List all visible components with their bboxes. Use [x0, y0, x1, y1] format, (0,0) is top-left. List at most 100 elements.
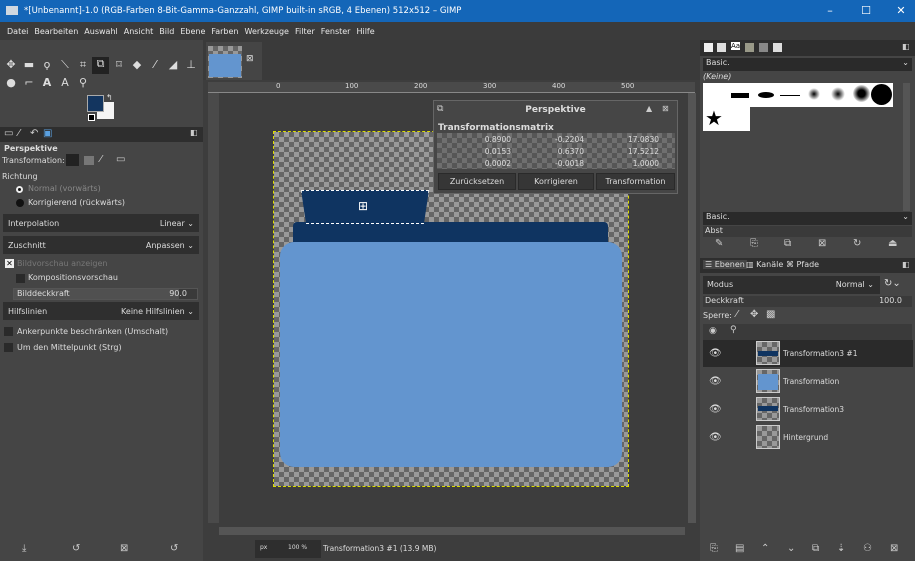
delete-brush-icon[interactable]: ⊠: [818, 238, 826, 249]
gegl-tool-icon[interactable]: A: [58, 76, 72, 90]
close-tab-icon[interactable]: ⊠: [246, 54, 254, 64]
layer-name[interactable]: Hintergrund: [783, 433, 828, 442]
undo-history-tab-icon[interactable]: ↶: [30, 128, 38, 139]
lock-position-icon[interactable]: ✥: [750, 309, 758, 320]
transform-button[interactable]: Transformation: [596, 173, 675, 190]
layer-row[interactable]: 👁 Transformation3: [703, 396, 913, 423]
menu-datei[interactable]: Datei: [4, 27, 31, 36]
minimize-button[interactable]: –: [813, 0, 847, 22]
menu-auswahl[interactable]: Auswahl: [81, 27, 120, 36]
patterns-tab-icon[interactable]: [717, 43, 726, 52]
lock-pixels-icon[interactable]: ⁄: [736, 309, 738, 320]
constrain-checkbox[interactable]: [4, 327, 13, 336]
layer-name[interactable]: Transformation: [783, 377, 839, 386]
default-colors-icon[interactable]: [88, 114, 95, 121]
smudge-tool-icon[interactable]: ●: [4, 76, 18, 90]
fuzzy-select-tool-icon[interactable]: ⟍: [58, 58, 72, 72]
composite-preview-checkbox[interactable]: [16, 274, 25, 283]
path-tool-icon[interactable]: ⌐: [22, 76, 36, 90]
eye-icon[interactable]: 👁: [709, 404, 722, 415]
eraser-tool-icon[interactable]: ◢: [166, 58, 180, 72]
brushes-tab-icon[interactable]: [704, 43, 713, 52]
rect-select-tool-icon[interactable]: ▬: [22, 58, 36, 72]
new-layer-icon[interactable]: ⎘: [710, 543, 718, 554]
menu-werkzeuge[interactable]: Werkzeuge: [242, 27, 292, 36]
merge-layer-icon[interactable]: ⇣: [837, 543, 845, 554]
transform-selection-icon[interactable]: [84, 156, 94, 165]
menu-farben[interactable]: Farben: [208, 27, 241, 36]
menu-hilfe[interactable]: Hilfe: [353, 27, 377, 36]
tool-options-tab-icon[interactable]: ▭: [4, 128, 13, 139]
tab-layers[interactable]: ☰ Ebenen: [703, 260, 747, 269]
clipping-select[interactable]: Zuschnitt Anpassen ⌄: [3, 236, 199, 254]
reset-options-icon[interactable]: ↺: [170, 543, 178, 554]
lower-layer-icon[interactable]: ⌄: [787, 543, 795, 554]
zoom-select[interactable]: 100 %: [288, 544, 307, 551]
image-opacity-slider[interactable]: Bilddeckkraft 90.0: [13, 288, 198, 300]
unified-transform-tool-icon[interactable]: ⧉: [92, 57, 109, 74]
paintbrush-tool-icon[interactable]: ⁄: [148, 58, 162, 72]
crop-tool-icon[interactable]: ⌗: [76, 58, 90, 72]
dock-menu-icon[interactable]: ◧: [902, 42, 910, 51]
brush-scrollbar[interactable]: [903, 83, 910, 211]
brush-tag-select[interactable]: Basic. ⌄: [703, 212, 912, 225]
layer-row[interactable]: 👁 Transformation: [703, 368, 913, 395]
duplicate-brush-icon[interactable]: ⧉: [784, 238, 791, 249]
radio-corrective[interactable]: [16, 199, 24, 207]
tab-paths[interactable]: ⌘ Pfade: [786, 260, 819, 269]
restore-options-icon[interactable]: ↺: [72, 543, 80, 554]
horizontal-scrollbar[interactable]: [219, 527, 685, 535]
swap-colors-icon[interactable]: ↰: [106, 93, 113, 102]
delete-layer-icon[interactable]: ⊠: [890, 543, 898, 554]
menu-fenster[interactable]: Fenster: [318, 27, 354, 36]
show-preview-checkbox[interactable]: ✕: [5, 259, 14, 268]
bucket-fill-tool-icon[interactable]: ◆: [130, 58, 144, 72]
eye-icon[interactable]: 👁: [709, 376, 722, 387]
star-brush[interactable]: ★: [703, 107, 750, 131]
dialog-close-icon[interactable]: ⊠: [662, 104, 669, 113]
brush-grid[interactable]: [703, 83, 893, 107]
edit-brush-icon[interactable]: ✎: [715, 238, 723, 249]
delete-options-icon[interactable]: ⊠: [120, 543, 128, 554]
eye-icon[interactable]: 👁: [709, 432, 722, 443]
transform-image-icon[interactable]: ▭: [116, 154, 125, 165]
menu-ebene[interactable]: Ebene: [177, 27, 208, 36]
device-status-tab-icon[interactable]: ⁄: [18, 128, 20, 139]
radio-normal[interactable]: [16, 186, 23, 193]
dialog-shade-icon[interactable]: ▲: [646, 104, 652, 113]
zoom-tool-icon[interactable]: ⚲: [76, 76, 90, 90]
layer-name[interactable]: Transformation3: [783, 405, 844, 414]
new-group-icon[interactable]: ▤: [735, 543, 744, 554]
fonts-tab-icon[interactable]: Aa: [731, 42, 741, 50]
mask-layer-icon[interactable]: ⚇: [863, 543, 872, 554]
transform-layer-icon[interactable]: [66, 154, 79, 166]
clone-tool-icon[interactable]: ⊥: [184, 58, 198, 72]
unit-select[interactable]: px: [260, 544, 267, 551]
foreground-color-swatch[interactable]: [87, 95, 104, 112]
lasso-tool-icon[interactable]: ϙ: [40, 58, 54, 72]
layer-row[interactable]: 👁 Transformation3 #1: [703, 340, 913, 367]
mode-select[interactable]: Modus Normal ⌄: [703, 276, 880, 294]
layer-name[interactable]: Transformation3 #1: [783, 349, 857, 358]
menu-ansicht[interactable]: Ansicht: [121, 27, 157, 36]
maximize-button[interactable]: ☐: [849, 0, 883, 22]
menu-bild[interactable]: Bild: [156, 27, 177, 36]
spacing-slider[interactable]: Abst: [703, 226, 912, 237]
transform-path-icon[interactable]: ⁄: [100, 154, 102, 165]
dock-menu-icon[interactable]: ◧: [190, 128, 198, 137]
menu-filter[interactable]: Filter: [292, 27, 318, 36]
images-tab-icon[interactable]: ▣: [43, 128, 52, 139]
close-button[interactable]: ✕: [884, 0, 915, 22]
documents-tab-icon[interactable]: [773, 43, 782, 52]
refresh-brushes-icon[interactable]: ↻: [853, 238, 861, 249]
from-center-checkbox[interactable]: [4, 343, 13, 352]
eye-icon[interactable]: 👁: [709, 348, 722, 359]
direction-normal-label[interactable]: Normal (vorwärts): [28, 184, 101, 193]
readjust-button[interactable]: Korrigieren: [518, 173, 594, 190]
palettes-tab-icon[interactable]: [759, 43, 768, 52]
vertical-scrollbar[interactable]: [688, 93, 696, 523]
lock-alpha-icon[interactable]: ▩: [766, 309, 775, 320]
layer-opacity-slider[interactable]: Deckkraft 100.0: [703, 296, 912, 307]
raise-layer-icon[interactable]: ⌃: [761, 543, 769, 554]
dock-menu-icon[interactable]: ◧: [902, 260, 910, 269]
